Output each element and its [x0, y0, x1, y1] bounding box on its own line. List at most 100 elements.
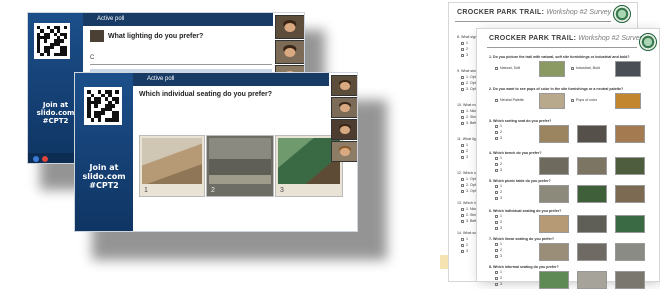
checkbox[interactable]: [461, 54, 464, 57]
survey-title-italic: Workshop #2 Survey: [578, 35, 644, 42]
choice-photo: [615, 215, 645, 233]
seat-image-1: [142, 138, 202, 184]
checkbox[interactable]: [495, 215, 498, 218]
checkbox[interactable]: [495, 197, 498, 200]
checkbox[interactable]: [461, 88, 464, 91]
choice-photo: [577, 243, 607, 261]
checkbox[interactable]: [461, 238, 464, 241]
survey-question: 2. Do you want to see pops of color in t…: [489, 87, 624, 91]
participant-video-3: [331, 119, 357, 140]
choice-label: Natural, Soft: [500, 66, 520, 70]
choice-photo: [539, 215, 569, 233]
checkbox[interactable]: [461, 48, 464, 51]
checkbox[interactable]: [495, 255, 498, 258]
join-line-1: Join at: [89, 163, 119, 172]
checkbox[interactable]: [461, 156, 464, 159]
checkbox[interactable]: [461, 244, 464, 247]
checkbox[interactable]: [495, 169, 498, 172]
checkbox[interactable]: [461, 110, 464, 113]
checkbox[interactable]: [495, 191, 498, 194]
checkbox[interactable]: [495, 157, 498, 160]
survey-question: 3. Which sorting seat do you prefer?: [489, 119, 552, 123]
choice-label: 1: [500, 242, 502, 246]
survey-question: 7. Which linear seating do you prefer?: [489, 237, 555, 241]
checkbox[interactable]: [461, 184, 464, 187]
checkbox[interactable]: [461, 150, 464, 153]
checkbox[interactable]: [495, 125, 498, 128]
topbar-title: Active poll: [147, 76, 175, 82]
mic-icon[interactable]: [33, 156, 39, 162]
checkbox[interactable]: [495, 227, 498, 230]
checkbox[interactable]: [461, 250, 464, 253]
checkbox[interactable]: [495, 243, 498, 246]
checkbox-label: 1: [466, 237, 468, 241]
checkbox[interactable]: [495, 277, 498, 280]
survey-page-front: CROCKER PARK TRAIL: Workshop #2 Survey 1…: [476, 28, 660, 289]
choice-photo: [539, 61, 565, 77]
choice-photo: [577, 271, 607, 289]
choice-photo: [615, 243, 645, 261]
choice-photo: [615, 157, 645, 175]
choice-label: 2: [500, 162, 502, 166]
choice-label: 1: [500, 270, 502, 274]
checkbox[interactable]: [495, 283, 498, 286]
record-icon[interactable]: [42, 156, 48, 162]
qr-code: [84, 87, 122, 125]
checkbox-label: 2: [466, 243, 468, 247]
option-number: 2: [211, 187, 215, 194]
checkbox[interactable]: [461, 42, 464, 45]
poll-question: Which individual seating do you prefer?: [139, 91, 273, 98]
checkbox[interactable]: [461, 208, 464, 211]
checkbox[interactable]: [461, 122, 464, 125]
checkbox[interactable]: [461, 190, 464, 193]
checkbox[interactable]: [495, 249, 498, 252]
checkbox[interactable]: [461, 144, 464, 147]
option-number: 3: [280, 187, 284, 194]
choice-label: 1: [500, 184, 502, 188]
checkbox[interactable]: [495, 221, 498, 224]
checkbox[interactable]: [495, 185, 498, 188]
choice-label: Pops of color: [576, 98, 597, 102]
checkbox[interactable]: [495, 137, 498, 140]
checkbox[interactable]: [495, 99, 498, 102]
checkbox[interactable]: [461, 214, 464, 217]
survey-title-bold: CROCKER PARK TRAIL:: [457, 9, 545, 16]
option-tile-1[interactable]: 1: [139, 135, 205, 197]
choice-label: Industrial, Bold: [576, 66, 600, 70]
choice-photo: [577, 157, 607, 175]
checkbox[interactable]: [461, 220, 464, 223]
choice-photo: [615, 185, 645, 203]
checkbox[interactable]: [571, 99, 574, 102]
checkbox[interactable]: [495, 67, 498, 70]
checkbox[interactable]: [461, 76, 464, 79]
choice-label: 3: [500, 254, 502, 258]
survey-rule: [487, 47, 637, 48]
survey-title-italic: Workshop #2 Survey: [546, 9, 612, 16]
choice-photo: [539, 125, 569, 143]
choice-label: 3: [500, 196, 502, 200]
checkbox[interactable]: [495, 131, 498, 134]
choice-label: 2: [500, 276, 502, 280]
checkbox-label: 3: [466, 53, 468, 57]
join-text: Join at slido.com #CPT2: [75, 163, 133, 191]
checkbox-label: 1: [466, 41, 468, 45]
poll-thumbnail: [90, 30, 104, 42]
checkbox-label: 2: [466, 47, 468, 51]
seat-image-2: [209, 138, 271, 184]
checkbox[interactable]: [461, 82, 464, 85]
answer-field[interactable]: C: [90, 55, 272, 65]
choice-photo: [577, 185, 607, 203]
checkbox[interactable]: [461, 178, 464, 181]
checkbox[interactable]: [495, 271, 498, 274]
checkbox[interactable]: [571, 67, 574, 70]
checkbox[interactable]: [461, 116, 464, 119]
slido-sidebar: Join at slido.com #CPT2: [75, 73, 133, 231]
survey-title: CROCKER PARK TRAIL: Workshop #2 Survey (…: [457, 9, 627, 16]
choice-label: 3: [500, 168, 502, 172]
choice-label: 1: [500, 156, 502, 160]
checkbox[interactable]: [495, 163, 498, 166]
choice-photo: [577, 125, 607, 143]
choice-photo: [539, 93, 565, 109]
choice-label: 2: [500, 220, 502, 224]
option-tile-2[interactable]: 2: [206, 135, 274, 197]
